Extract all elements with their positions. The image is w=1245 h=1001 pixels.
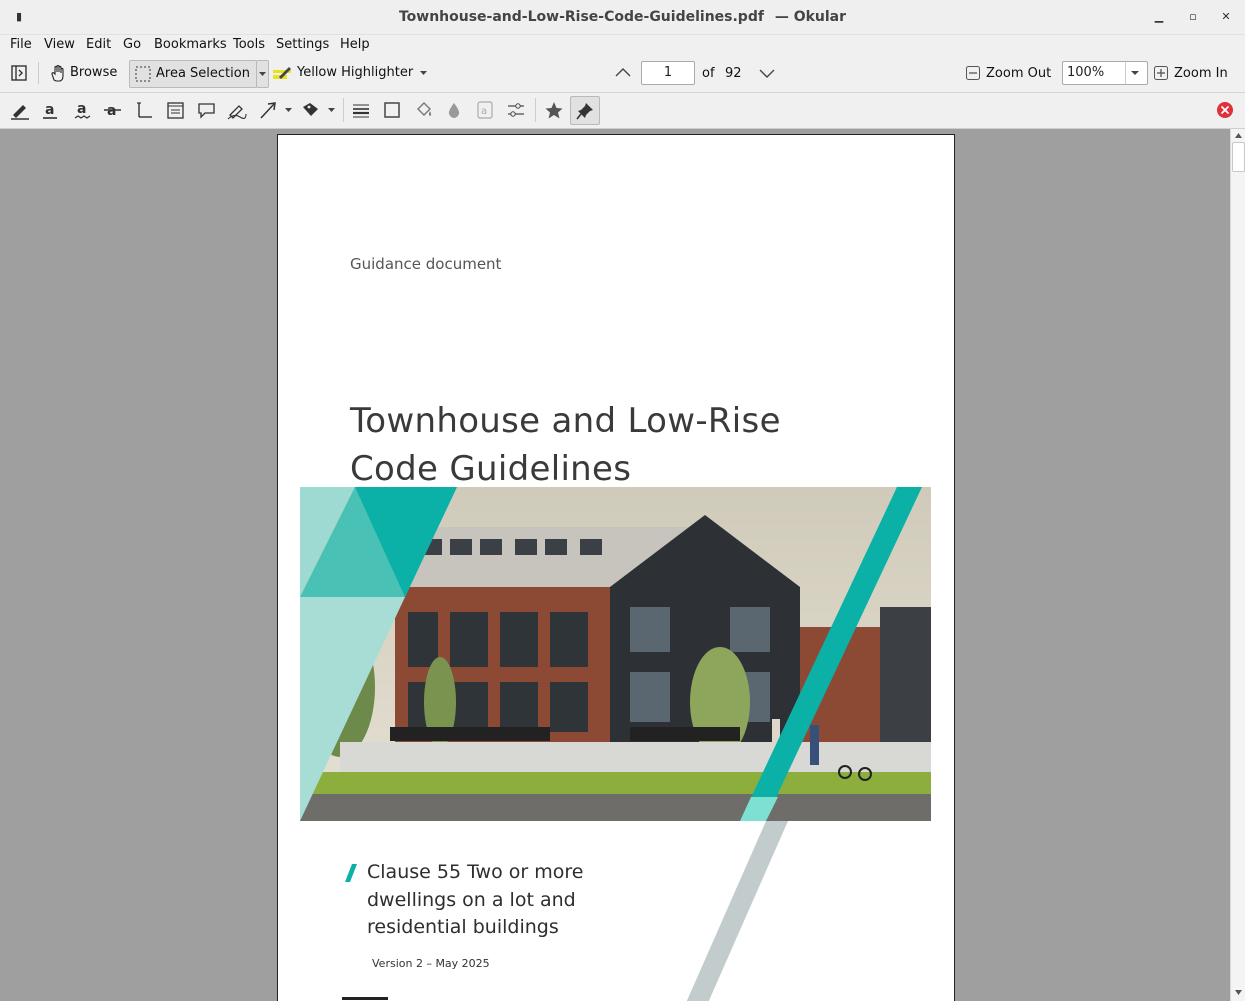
zoom-value: 100% <box>1067 65 1105 80</box>
zoom-in-label: Zoom In <box>1174 66 1228 81</box>
selection-mode-dropdown[interactable] <box>256 60 269 88</box>
annotation-settings-icon[interactable] <box>505 100 527 120</box>
zoom-select[interactable]: 100% <box>1062 61 1148 85</box>
typewriter-icon[interactable] <box>134 100 156 120</box>
menu-help[interactable]: Help <box>340 37 370 52</box>
inline-note-icon[interactable] <box>165 100 187 120</box>
document-viewport[interactable]: Guidance document Townhouse and Low-Rise… <box>0 129 1230 1001</box>
menu-settings[interactable]: Settings <box>276 37 329 52</box>
highlighter-label: Yellow Highlighter <box>297 65 414 80</box>
footer-rule <box>342 997 388 1000</box>
page-total: 92 <box>725 66 742 81</box>
sidebar-toggle-icon[interactable] <box>9 63 29 83</box>
document-title: Townhouse and Low-Rise Code Guidelines <box>350 397 781 493</box>
window-title-filename: Townhouse-and-Low-Rise-Code-Guidelines.p… <box>398 9 764 25</box>
scrollbar-thumb[interactable] <box>1232 142 1245 172</box>
scroll-up-icon[interactable] <box>1234 132 1243 139</box>
doc-type-label: Guidance document <box>350 255 502 273</box>
strikeout-icon[interactable]: a <box>102 100 124 120</box>
minimize-icon[interactable]: ▁ <box>1152 10 1166 24</box>
area-selection-label: Area Selection <box>156 66 250 81</box>
subtitle-line-3: residential buildings <box>367 916 559 938</box>
title-line-1: Townhouse and Low-Rise <box>350 401 781 441</box>
fill-color-icon[interactable] <box>413 100 435 120</box>
squiggle-icon[interactable]: a <box>72 100 94 120</box>
yellow-highlighter-icon <box>273 67 291 79</box>
close-window-icon[interactable]: ✕ <box>1219 10 1233 24</box>
area-selection-button[interactable]: Area Selection <box>129 60 257 88</box>
underline-icon[interactable]: a <box>40 100 62 120</box>
zoom-in-button[interactable]: Zoom In <box>1152 62 1237 84</box>
zoom-out-button[interactable]: Zoom Out <box>964 62 1054 84</box>
maximize-icon[interactable]: ▫ <box>1186 10 1200 24</box>
browse-button[interactable]: Browse <box>46 62 124 84</box>
menu-tools[interactable]: Tools <box>233 37 265 52</box>
subtitle-line-2: dwellings on a lot and <box>367 888 576 911</box>
chevron-down-icon <box>1131 71 1139 75</box>
highlighter-icon[interactable] <box>9 100 31 120</box>
line-width-icon[interactable] <box>350 100 372 120</box>
cover-photo <box>300 487 931 821</box>
document-subtitle: Clause 55 Two or more dwellings on a lot… <box>367 859 583 942</box>
next-page-icon[interactable] <box>758 64 776 82</box>
title-line-2: Code Guidelines <box>350 449 632 489</box>
area-selection-icon <box>135 66 151 82</box>
pdf-page: Guidance document Townhouse and Low-Rise… <box>277 134 955 1001</box>
browse-label: Browse <box>70 65 118 80</box>
svg-text:a: a <box>107 103 116 119</box>
rectangle-icon[interactable] <box>381 100 403 120</box>
pin-icon <box>576 103 593 120</box>
highlighter-tool-button[interactable]: Yellow Highlighter <box>271 62 431 84</box>
chevron-down-icon <box>259 72 266 76</box>
svg-text:a: a <box>481 106 487 117</box>
stamp-icon[interactable] <box>300 100 322 120</box>
page-number-input[interactable]: 1 <box>641 61 695 85</box>
zoom-select-divider <box>1125 62 1126 84</box>
toolbar-separator <box>343 98 344 122</box>
vertical-scrollbar[interactable] <box>1230 129 1245 1001</box>
arrow-icon[interactable] <box>258 100 280 120</box>
popup-note-icon[interactable] <box>196 100 218 120</box>
zoom-out-icon <box>966 66 980 80</box>
window-title: Townhouse-and-Low-Rise-Code-Guidelines.p… <box>0 9 1245 25</box>
title-bar: ▮ Townhouse-and-Low-Rise-Code-Guidelines… <box>0 0 1245 35</box>
menu-file[interactable]: File <box>10 37 32 52</box>
window-title-separator: — <box>774 9 789 25</box>
page-of-label: of <box>702 66 715 81</box>
menu-edit[interactable]: Edit <box>86 37 111 52</box>
chevron-down-icon <box>420 71 427 75</box>
page-number-value: 1 <box>663 65 673 80</box>
chevron-down-icon[interactable] <box>327 106 336 114</box>
version-label: Version 2 – May 2025 <box>372 957 490 970</box>
menu-bookmarks[interactable]: Bookmarks <box>154 37 227 52</box>
menu-go[interactable]: Go <box>123 37 141 52</box>
close-toolbar-icon[interactable] <box>1216 101 1234 119</box>
toolbar-separator <box>535 98 536 122</box>
freehand-line-icon[interactable] <box>226 100 248 120</box>
chevron-down-icon[interactable] <box>284 106 293 114</box>
opacity-icon[interactable] <box>443 100 465 120</box>
favorite-icon[interactable] <box>543 100 565 120</box>
scroll-down-icon[interactable] <box>1234 989 1243 996</box>
toolbar-separator <box>38 62 39 84</box>
previous-page-icon[interactable] <box>614 64 632 82</box>
window-title-app: Okular <box>793 9 847 25</box>
hand-icon <box>51 64 64 82</box>
menu-view[interactable]: View <box>44 37 75 52</box>
subtitle-line-1: Clause 55 Two or more <box>367 861 584 883</box>
zoom-in-icon <box>1154 66 1168 80</box>
svg-text:a: a <box>45 102 54 118</box>
pin-toolbar-button[interactable] <box>570 96 600 125</box>
font-icon[interactable]: a <box>474 100 496 120</box>
accent-slash-icon <box>345 864 357 882</box>
decorative-stripe <box>686 821 788 1001</box>
svg-text:a: a <box>77 101 86 117</box>
zoom-out-label: Zoom Out <box>986 66 1052 81</box>
